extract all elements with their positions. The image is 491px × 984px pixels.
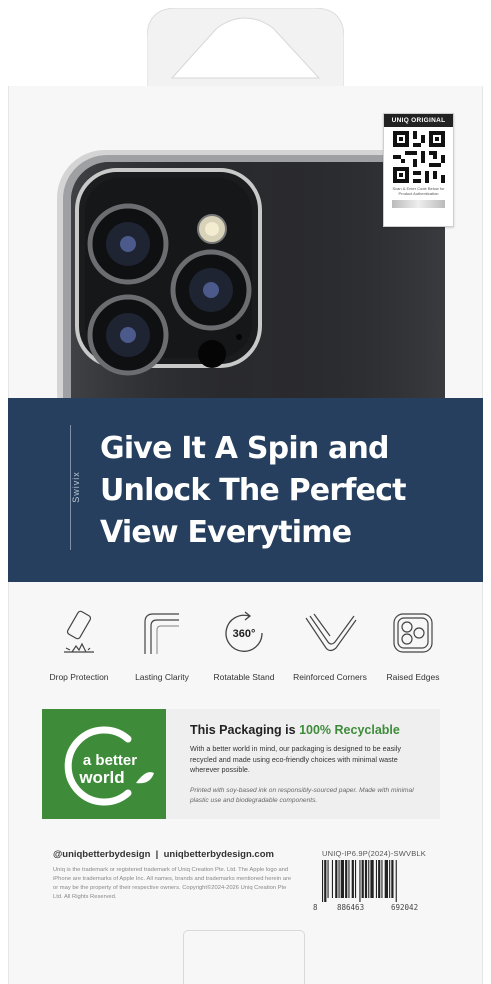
- barcode: [318, 860, 438, 902]
- barcode-bar: [375, 860, 377, 898]
- a-better-world-logo: a better world: [42, 709, 166, 819]
- feature-lasting-clarity: Lasting Clarity: [117, 605, 207, 682]
- qr-code: [392, 131, 445, 183]
- printing-note: Printed with soy-based ink on responsibl…: [190, 787, 414, 804]
- barcode-bar: [348, 860, 350, 898]
- barcode-bar: [345, 860, 348, 898]
- feature-raised-edges: Raised Edges: [368, 605, 458, 682]
- barcode-bar: [381, 860, 383, 898]
- feature-label: Rotatable Stand: [213, 672, 275, 682]
- barcode-bar: [364, 860, 368, 898]
- sticker-header: UNIQ ORIGINAL: [384, 114, 453, 127]
- headline: Give It A Spin and Unlock The Perfect Vi…: [100, 428, 470, 554]
- product-name: Swivix: [71, 471, 81, 503]
- barcode-bar: [378, 860, 381, 898]
- barcode-bar: [322, 860, 324, 902]
- hang-tab-slot: [183, 930, 305, 984]
- feature-rotatable-stand: 360° Rotatable Stand: [199, 605, 289, 682]
- leaf-icon: [136, 772, 154, 784]
- barcode-bar: [351, 860, 354, 898]
- feature-label: Reinforced Corners: [293, 672, 367, 682]
- barcode-bar: [335, 860, 338, 898]
- barcode-bar: [340, 860, 344, 898]
- feature-label: Lasting Clarity: [135, 672, 189, 682]
- headline-line-3: View Everytime: [100, 515, 352, 550]
- feature-label: Drop Protection: [49, 672, 109, 682]
- lasting-clarity-icon: [117, 605, 207, 660]
- sticker-instructions: Scan & Enter Code Below for Product Auth…: [392, 186, 445, 196]
- feature-drop-protection: Drop Protection: [34, 605, 124, 682]
- logo-line-1: a better: [83, 752, 137, 769]
- sku-code: UNIQ-IP6.9P(2024)-SWVBLK: [322, 849, 426, 858]
- barcode-bar: [338, 860, 340, 898]
- barcode-bar: [355, 860, 357, 898]
- barcode-bar: [359, 860, 361, 902]
- banner-divider: [70, 425, 71, 550]
- legal-notice: Uniq is the trademark or registered trad…: [53, 867, 292, 900]
- recyclable-description: With a better world in mind, our packagi…: [190, 744, 401, 774]
- hang-tab: [147, 8, 344, 88]
- scratch-code-area: [392, 200, 445, 208]
- feature-reinforced-corners: Reinforced Corners: [285, 605, 375, 682]
- barcode-bar: [389, 860, 391, 898]
- recyclable-title: This Packaging is 100% Recyclable: [190, 723, 400, 737]
- raised-edges-icon: [368, 605, 458, 660]
- logo-line-2: world: [78, 768, 124, 787]
- authenticity-sticker: UNIQ ORIGINAL Scan & Enter Code Below fo…: [383, 113, 454, 227]
- reinforced-corners-icon: [285, 605, 375, 660]
- barcode-bar: [327, 860, 329, 898]
- headline-line-1: Give It A Spin and: [100, 431, 390, 466]
- barcode-bar: [368, 860, 370, 898]
- rotation-degree-text: 360°: [233, 628, 256, 640]
- social-handle-and-website: @uniqbetterbydesign | uniqbetterbydesign…: [53, 849, 274, 860]
- headline-line-2: Unlock The Perfect: [100, 473, 406, 508]
- rotatable-stand-icon: 360°: [199, 605, 289, 660]
- barcode-bar: [324, 860, 327, 902]
- drop-protection-icon: [34, 605, 124, 660]
- feature-label: Raised Edges: [386, 672, 440, 682]
- barcode-bar: [395, 860, 397, 902]
- barcode-bar: [361, 860, 364, 898]
- barcode-bar: [370, 860, 374, 898]
- barcode-bar: [331, 860, 333, 898]
- barcode-bar: [384, 860, 388, 898]
- barcode-bar: [391, 860, 394, 898]
